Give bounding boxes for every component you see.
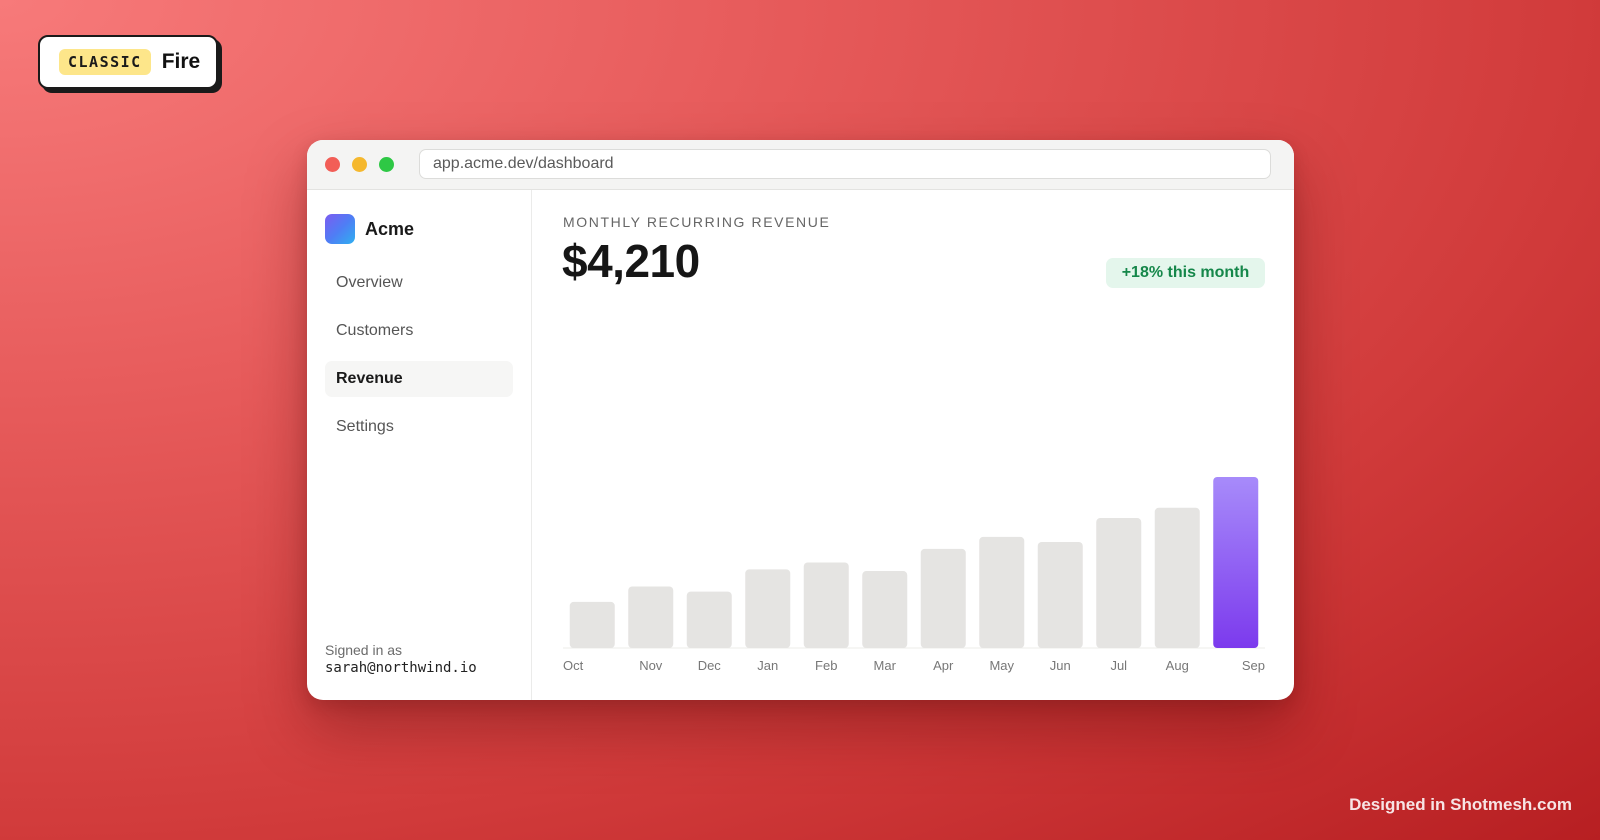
chart-tick-label: May: [989, 658, 1014, 673]
chart-bar-sep[interactable]: [1213, 477, 1259, 648]
address-bar[interactable]: app.acme.dev/dashboard: [419, 149, 1271, 179]
chart-bar-aug[interactable]: [1154, 507, 1200, 648]
sidebar-item-settings[interactable]: Settings: [325, 409, 513, 445]
chart-bar-mar[interactable]: [862, 571, 908, 648]
main-content: MONTHLY RECURRING REVENUE $4,210 +18% th…: [533, 190, 1294, 700]
signed-in-info: Signed in as sarah@northwind.io: [325, 642, 477, 677]
sidebar: Acme Overview Customers Revenue Settings…: [307, 190, 532, 700]
chart-tick-label: Apr: [933, 658, 954, 673]
chart-bar-oct[interactable]: [569, 601, 615, 648]
footer-credit: Designed in Shotmesh.com: [1349, 795, 1572, 814]
close-window-button[interactable]: [325, 157, 340, 172]
signed-in-email: sarah@northwind.io: [325, 660, 477, 676]
theme-name: Fire: [161, 50, 201, 73]
chart-bar-may[interactable]: [979, 536, 1025, 648]
sidebar-item-overview[interactable]: Overview: [325, 265, 513, 301]
brand[interactable]: Acme: [325, 214, 414, 244]
brand-name: Acme: [365, 218, 415, 239]
chart-tick-label: Jan: [757, 658, 778, 673]
sidebar-nav: Overview Customers Revenue Settings: [325, 265, 513, 457]
browser-window: app.acme.dev/dashboard Acme Overview Cus…: [307, 140, 1294, 700]
signed-in-label: Signed in as: [325, 642, 403, 658]
revenue-bar-chart: Oct Nov Dec Jan Feb Mar Apr May Jun Jul Aug Sep: [563, 477, 1265, 673]
chart-bar-dec[interactable]: [686, 591, 732, 648]
chart-tick-label: Jun: [1050, 658, 1071, 673]
chart-tick-label: Jul: [1110, 658, 1127, 673]
sidebar-item-revenue[interactable]: Revenue: [325, 361, 513, 397]
chart-bar-nov[interactable]: [628, 586, 674, 648]
chart-bar-jul[interactable]: [1096, 518, 1142, 648]
maximize-window-button[interactable]: [379, 157, 394, 172]
brand-logo-icon: [325, 214, 355, 244]
chart-tick-label: Sep: [1242, 658, 1265, 673]
chart-bar-jun[interactable]: [1037, 541, 1083, 648]
chart-tick-label: Mar: [874, 658, 897, 673]
chart-bar-feb[interactable]: [803, 562, 849, 649]
chart-tick-label: Oct: [563, 658, 584, 673]
theme-badge: CLASSIC Fire: [38, 35, 218, 89]
chart-tick-label: Dec: [698, 658, 722, 673]
chart-bar-jan[interactable]: [745, 569, 791, 648]
chart-tick-label: Nov: [639, 658, 663, 673]
sidebar-item-customers[interactable]: Customers: [325, 313, 513, 349]
titlebar: app.acme.dev/dashboard: [307, 140, 1294, 190]
chart-bar-apr[interactable]: [920, 548, 966, 648]
chart-tick-label: Feb: [815, 658, 837, 673]
chart-tick-label: Aug: [1166, 658, 1189, 673]
minimize-window-button[interactable]: [352, 157, 367, 172]
theme-tag: CLASSIC: [59, 49, 151, 75]
